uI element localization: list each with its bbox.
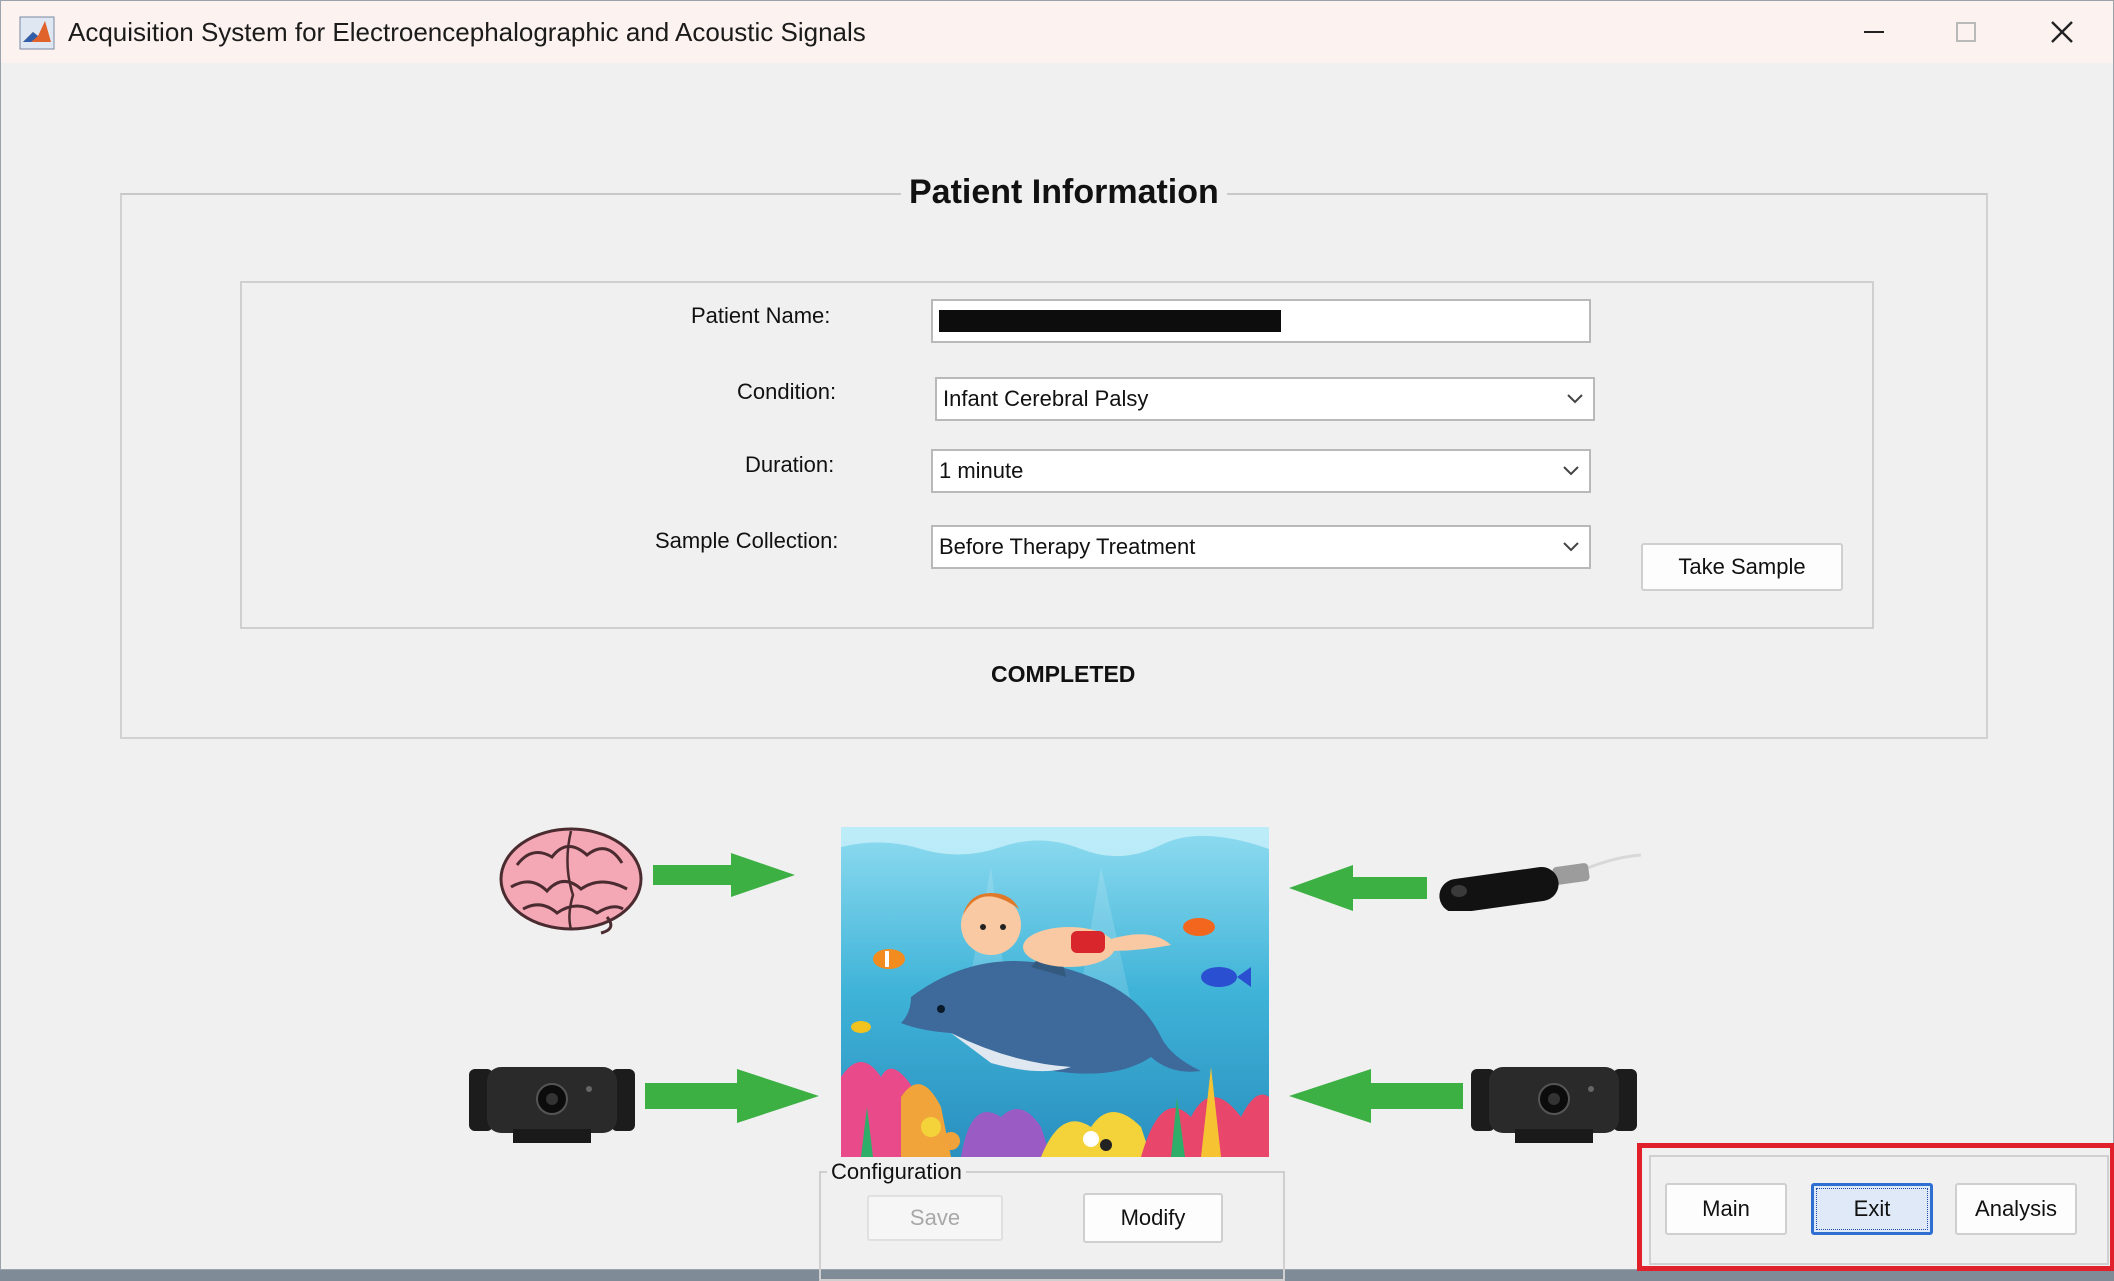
main-button[interactable]: Main [1665, 1183, 1787, 1235]
arrow-right-icon [645, 1069, 819, 1123]
webcam-right-image [1471, 1067, 1637, 1143]
underwater-scene-image [841, 827, 1269, 1157]
take-sample-button[interactable]: Take Sample [1641, 543, 1843, 591]
redacted-name [939, 310, 1281, 332]
exit-button[interactable]: Exit [1811, 1183, 1933, 1235]
chevron-down-icon [1557, 379, 1593, 419]
duration-value: 1 minute [939, 458, 1024, 483]
webcam-left-image [469, 1067, 635, 1143]
duration-dropdown[interactable]: 1 minute [931, 449, 1591, 493]
patient-name-label: Patient Name: [691, 303, 831, 328]
sample-collection-label: Sample Collection: [655, 528, 839, 553]
brain-image [499, 827, 643, 935]
sample-collection-dropdown[interactable]: Before Therapy Treatment [931, 525, 1591, 569]
chevron-down-icon [1553, 527, 1589, 567]
acquisition-status-text: COMPLETED [991, 661, 1136, 687]
arrow-left-icon [1289, 865, 1427, 911]
minimize-button[interactable] [1829, 1, 1919, 63]
matlab-app-icon [19, 16, 55, 50]
app-window: Acquisition System for Electroencephalog… [0, 0, 2114, 1281]
save-button[interactable]: Save [867, 1195, 1003, 1241]
arrow-left-icon [1289, 1069, 1463, 1123]
maximize-icon [1956, 22, 1976, 42]
window-title: Acquisition System for Electroencephalog… [68, 17, 866, 47]
minimize-icon [1864, 31, 1884, 33]
patient-name-input[interactable] [931, 299, 1591, 343]
configuration-title: Configuration [827, 1159, 966, 1185]
close-button[interactable] [2017, 1, 2107, 63]
condition-dropdown[interactable]: Infant Cerebral Palsy [935, 377, 1595, 421]
hydrophone-image [1439, 853, 1641, 911]
sample-collection-value: Before Therapy Treatment [939, 534, 1196, 559]
patient-panel-title: Patient Information [901, 173, 1227, 212]
duration-label: Duration: [745, 452, 835, 477]
chevron-down-icon [1553, 451, 1589, 491]
close-icon [2051, 21, 2073, 43]
title-bar: Acquisition System for Electroencephalog… [1, 1, 2113, 63]
analysis-button[interactable]: Analysis [1955, 1183, 2077, 1235]
condition-label: Condition: [737, 379, 837, 404]
arrow-right-icon [653, 853, 795, 897]
condition-value: Infant Cerebral Palsy [943, 386, 1149, 411]
maximize-button[interactable] [1921, 1, 2011, 63]
modify-button[interactable]: Modify [1083, 1193, 1223, 1243]
